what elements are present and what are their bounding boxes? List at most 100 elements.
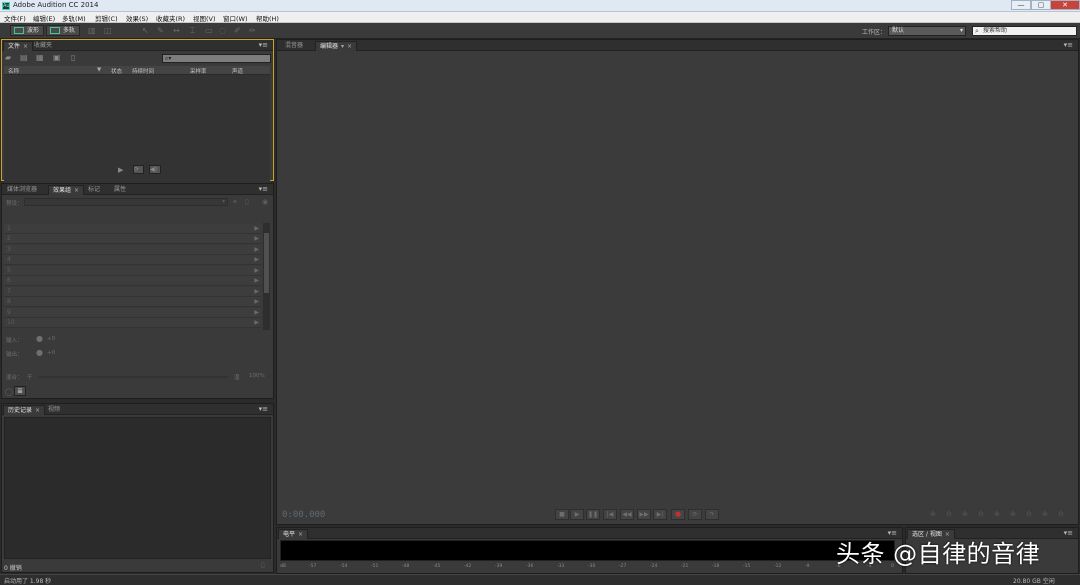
marquee-tool-icon[interactable]: ▭ xyxy=(205,27,214,35)
zoom-fit-icon[interactable]: ⊖ xyxy=(1054,509,1068,520)
file-list[interactable] xyxy=(4,75,270,192)
slip-tool-icon[interactable]: ↔ xyxy=(173,27,182,35)
workspace-select[interactable]: 默认 ▾ xyxy=(888,26,966,36)
open-folder-icon[interactable]: ▰ xyxy=(5,54,11,62)
zoom-out-time-icon[interactable]: ⊖ xyxy=(974,509,988,520)
list-icon[interactable]: ≣ xyxy=(14,386,26,396)
play-icon[interactable]: ▶ xyxy=(118,166,123,174)
zoom-in-amplitude-icon[interactable]: ⊕ xyxy=(926,509,940,520)
menu-effects[interactable]: 效果(S) xyxy=(126,13,148,23)
auto-play-icon[interactable]: ◀) xyxy=(149,165,161,174)
zoom-out-amplitude-icon[interactable]: ⊖ xyxy=(942,509,956,520)
multitrack-view-button[interactable]: 多轨 xyxy=(46,25,80,36)
delete-preset-icon[interactable]: ▯ xyxy=(245,198,249,206)
save-preset-icon[interactable]: ⚭ xyxy=(232,198,238,206)
tab-media-browser[interactable]: 媒体浏览器 xyxy=(3,185,41,195)
brush-tool-icon[interactable]: ✐ xyxy=(234,27,243,35)
go-to-start-button[interactable]: |◀ xyxy=(603,509,617,520)
menu-help[interactable]: 帮助(H) xyxy=(256,13,279,23)
spot-healing-tool-icon[interactable]: ✏ xyxy=(249,27,258,35)
column-name[interactable]: 名称 xyxy=(8,67,19,75)
rack-slot[interactable]: 8 ▶ xyxy=(4,297,261,307)
skip-selection-button[interactable]: ↷ xyxy=(705,509,719,520)
zoom-selection-icon[interactable]: ⊕ xyxy=(1038,509,1052,520)
spectral-pitch-icon[interactable]: ◫ xyxy=(104,27,113,35)
close-window-button[interactable]: ✕ xyxy=(1050,0,1080,10)
move-tool-icon[interactable]: ↖ xyxy=(142,27,151,35)
menu-clip[interactable]: 剪辑(C) xyxy=(95,13,118,23)
waveform-editor-area[interactable] xyxy=(277,51,1078,524)
menu-file[interactable]: 文件(F) xyxy=(4,13,26,23)
output-value[interactable]: +0 xyxy=(47,350,55,356)
play-button[interactable]: ▶ xyxy=(570,509,584,520)
history-list[interactable] xyxy=(4,417,271,559)
preset-select[interactable]: ▾ xyxy=(24,198,228,206)
panel-menu-icon[interactable]: ▾≡ xyxy=(259,406,268,413)
rack-slot[interactable]: 7 ▶ xyxy=(4,287,261,297)
output-knob-icon[interactable]: ● xyxy=(36,348,43,357)
help-search-input[interactable]: ⌕ 搜索帮助 xyxy=(972,26,1077,36)
timecode-display[interactable]: 0:00.000 xyxy=(282,510,325,520)
panel-menu-icon[interactable]: ▾≡ xyxy=(259,186,268,193)
rack-slot[interactable]: 5 ▶ xyxy=(4,266,261,276)
rewind-button[interactable]: ◀◀ xyxy=(620,509,634,520)
column-status[interactable]: 状态 xyxy=(111,67,122,75)
zoom-in-point-icon[interactable]: ⊕ xyxy=(1006,509,1020,520)
zoom-in-out-point-icon[interactable]: ⊖ xyxy=(1022,509,1036,520)
rack-slot[interactable]: 6 ▶ xyxy=(4,276,261,286)
power-icon[interactable]: ◯ xyxy=(5,388,13,396)
menu-multitrack[interactable]: 多轨(M) xyxy=(62,13,86,23)
panel-menu-icon[interactable]: ▾≡ xyxy=(1064,42,1073,49)
tab-markers[interactable]: 标记 xyxy=(84,185,104,195)
sort-chevron-icon[interactable]: ▼ xyxy=(97,67,101,73)
rack-slot[interactable]: 4 ▶ xyxy=(4,255,261,265)
tab-properties[interactable]: 属性 xyxy=(110,185,130,195)
tab-effects-rack[interactable]: 效果组 × xyxy=(48,185,85,195)
stop-button[interactable]: ■ xyxy=(555,509,569,520)
menu-view[interactable]: 视图(V) xyxy=(193,13,216,23)
trash-icon[interactable]: ▯ xyxy=(261,561,265,569)
column-duration[interactable]: 持续时间 xyxy=(132,67,154,75)
tab-levels[interactable]: 电平 × xyxy=(278,529,309,539)
zoom-in-time-icon[interactable]: ⊕ xyxy=(958,509,972,520)
lasso-tool-icon[interactable]: ◌ xyxy=(219,27,228,35)
rack-slot[interactable]: 10 ▶ xyxy=(4,318,261,328)
tab-history[interactable]: 历史记录 × xyxy=(3,405,46,415)
panel-menu-icon[interactable]: ▾≡ xyxy=(1064,530,1073,537)
rack-slot[interactable]: 2 ▶ xyxy=(4,234,261,244)
go-to-end-button[interactable]: ▶| xyxy=(653,509,667,520)
insert-icon[interactable]: ▣ xyxy=(53,54,61,62)
menu-window[interactable]: 窗口(W) xyxy=(223,13,248,23)
loop-icon[interactable]: ⟳ xyxy=(133,165,144,174)
tab-mixer[interactable]: 混音器 xyxy=(281,41,307,51)
rack-slot[interactable]: 3 ▶ xyxy=(4,245,261,255)
tab-files[interactable]: 文件 × xyxy=(3,41,34,51)
fast-forward-button[interactable]: ▶▶ xyxy=(637,509,651,520)
waveform-view-button[interactable]: 波形 xyxy=(10,25,44,36)
tab-video[interactable]: 视频 xyxy=(44,405,64,415)
loop-playback-button[interactable]: ⟳ xyxy=(688,509,702,520)
mix-value[interactable]: 100% xyxy=(249,373,265,379)
column-channels[interactable]: 声道 xyxy=(232,67,243,75)
panel-menu-icon[interactable]: ▾≡ xyxy=(259,42,268,49)
power-icon[interactable]: ◉ xyxy=(262,198,268,206)
menu-edit[interactable]: 编辑(E) xyxy=(33,13,55,23)
rack-slot[interactable]: 9 ▶ xyxy=(4,308,261,318)
pause-button[interactable]: ❚❚ xyxy=(586,509,600,520)
record-button[interactable]: ● xyxy=(671,509,685,520)
trash-icon[interactable]: ▯ xyxy=(71,54,75,62)
vertical-scrollbar[interactable] xyxy=(263,223,270,330)
input-knob-icon[interactable]: ● xyxy=(36,334,43,343)
minimize-button[interactable]: — xyxy=(1011,0,1031,10)
mix-slider[interactable] xyxy=(38,376,228,378)
rack-slot[interactable]: 1 ▶ xyxy=(4,224,261,234)
spectral-frequency-icon[interactable]: ▥ xyxy=(88,27,97,35)
maximize-button[interactable]: ▢ xyxy=(1031,0,1051,10)
menu-favorites[interactable]: 收藏夹(R) xyxy=(156,13,185,23)
file-search-input[interactable]: ⌕▾ xyxy=(162,54,271,63)
time-selection-tool-icon[interactable]: ⌶ xyxy=(190,27,199,35)
zoom-out-full-icon[interactable]: ⊗ xyxy=(990,509,1004,520)
razor-tool-icon[interactable]: ✎ xyxy=(157,27,166,35)
tab-favorites[interactable]: 收藏夹 xyxy=(30,41,56,51)
column-sample-rate[interactable]: 采样率 xyxy=(190,67,207,75)
